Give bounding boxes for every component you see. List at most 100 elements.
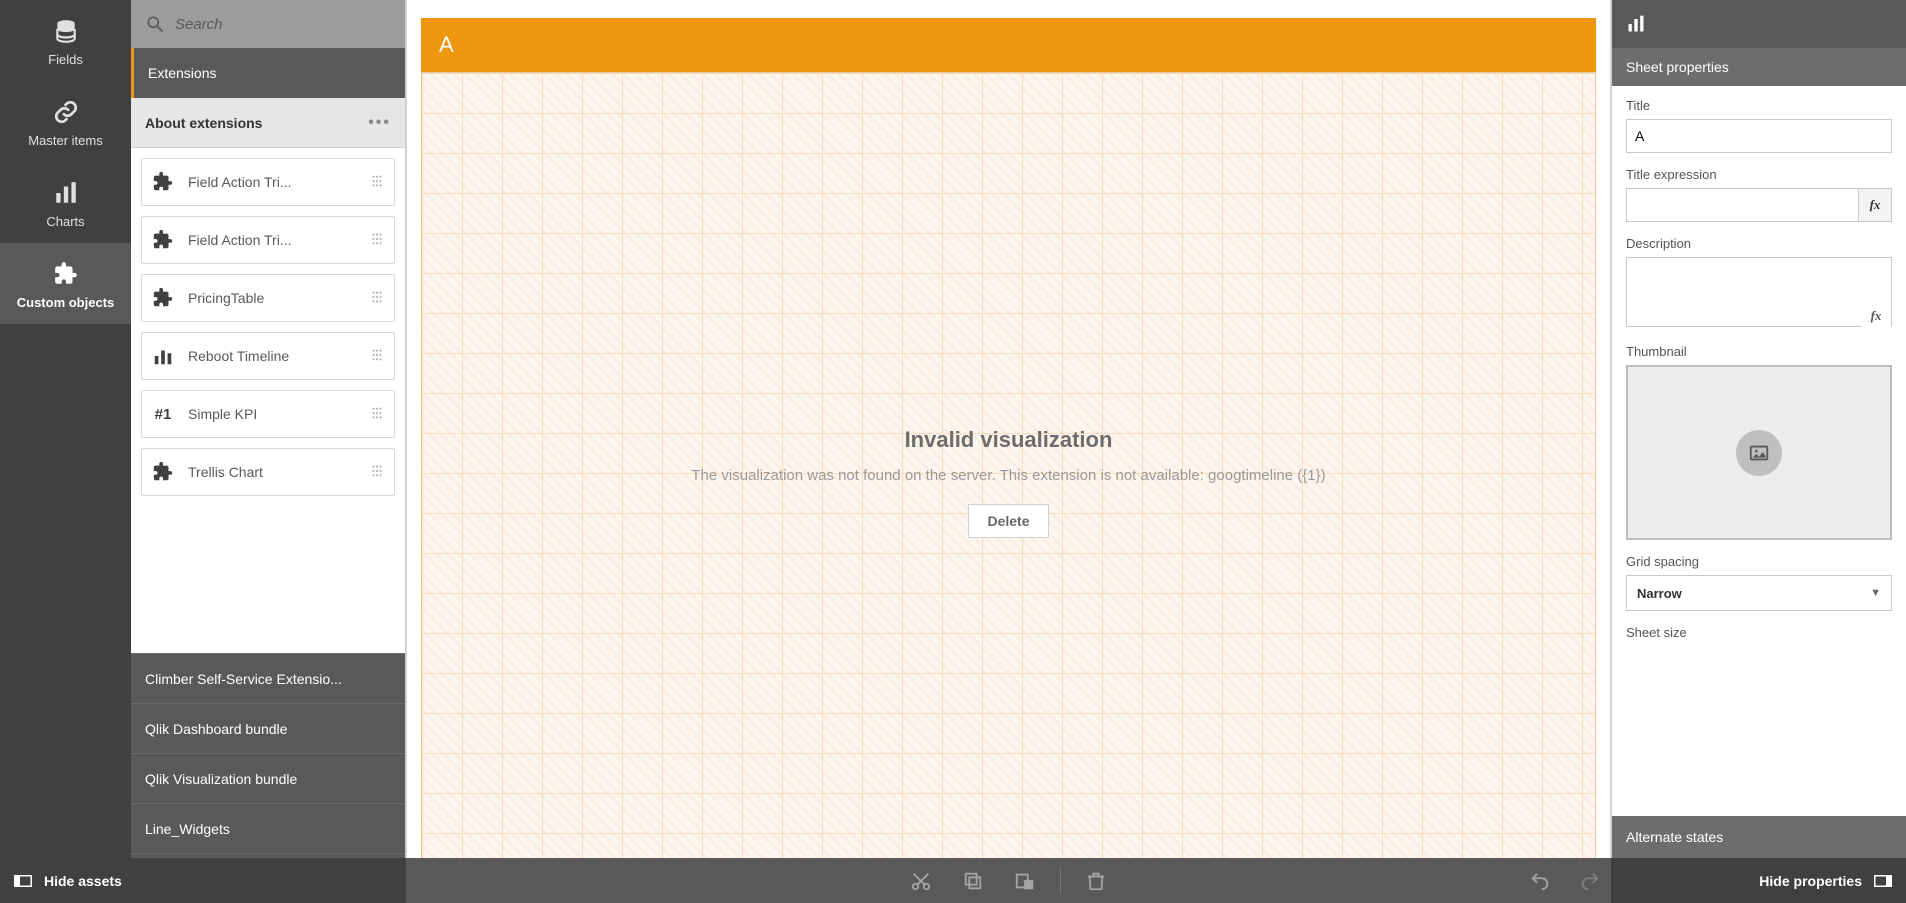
canvas-area: A Invalid visualization The visualizatio… bbox=[406, 0, 1611, 903]
bottom-toolbar bbox=[406, 858, 1611, 903]
alternate-states-label: Alternate states bbox=[1626, 829, 1723, 845]
title-expr-input[interactable] bbox=[1626, 188, 1858, 222]
hide-assets-button[interactable]: Hide assets bbox=[0, 858, 406, 903]
description-label: Description bbox=[1626, 236, 1892, 251]
extension-item[interactable]: PricingTable bbox=[141, 274, 395, 322]
sheet-title-bar: A bbox=[421, 18, 1596, 72]
undo-icon[interactable] bbox=[1529, 870, 1551, 892]
extension-item[interactable]: Reboot Timeline bbox=[141, 332, 395, 380]
hide-properties-button[interactable]: Hide properties bbox=[1611, 858, 1906, 903]
puzzle-icon bbox=[152, 171, 174, 193]
extension-item[interactable]: Trellis Chart bbox=[141, 448, 395, 496]
toolbar-group-left bbox=[886, 870, 1060, 892]
copy-icon[interactable] bbox=[962, 870, 984, 892]
app-root: Fields Master items Charts Custom object… bbox=[0, 0, 1906, 903]
fx-button[interactable]: fx bbox=[1861, 303, 1891, 329]
canvas-inner: A Invalid visualization The visualizatio… bbox=[421, 18, 1596, 893]
grid-spacing-select[interactable]: Narrow ▼ bbox=[1626, 575, 1892, 611]
drag-handle-icon[interactable] bbox=[370, 406, 384, 423]
title-expr-group: Title expression fx bbox=[1626, 167, 1892, 222]
search-bar bbox=[131, 0, 405, 48]
extension-item[interactable]: Field Action Tri... bbox=[141, 158, 395, 206]
thumbnail-group: Thumbnail bbox=[1626, 344, 1892, 540]
thumbnail-label: Thumbnail bbox=[1626, 344, 1892, 359]
description-group: Description fx bbox=[1626, 236, 1892, 330]
invalid-visualization: Invalid visualization The visualization … bbox=[691, 427, 1325, 538]
search-input[interactable] bbox=[175, 16, 391, 33]
title-expr-wrap: fx bbox=[1626, 188, 1892, 222]
barchart-icon bbox=[1626, 14, 1646, 34]
sheet-properties-label: Sheet properties bbox=[1626, 59, 1729, 75]
barchart-icon bbox=[53, 180, 79, 206]
panel-left-icon bbox=[14, 874, 32, 888]
sheet-grid[interactable]: Invalid visualization The visualization … bbox=[421, 72, 1596, 893]
nav-charts-label: Charts bbox=[46, 214, 84, 229]
extensions-row[interactable]: Extensions bbox=[131, 48, 405, 98]
title-label: Title bbox=[1626, 98, 1892, 113]
drag-handle-icon[interactable] bbox=[370, 464, 384, 481]
thumbnail-picker[interactable] bbox=[1626, 365, 1892, 540]
error-title: Invalid visualization bbox=[691, 427, 1325, 453]
properties-panel: Sheet properties Title Title expression … bbox=[1611, 0, 1906, 903]
puzzle-icon bbox=[152, 229, 174, 251]
grid-spacing-label: Grid spacing bbox=[1626, 554, 1892, 569]
sheet-size-group: Sheet size bbox=[1626, 625, 1892, 640]
sheet-size-label: Sheet size bbox=[1626, 625, 1892, 640]
properties-header bbox=[1612, 0, 1906, 48]
extension-name: Field Action Tri... bbox=[188, 174, 356, 190]
nav-fields[interactable]: Fields bbox=[0, 0, 131, 81]
extension-name: Field Action Tri... bbox=[188, 232, 356, 248]
nav-custom-objects[interactable]: Custom objects bbox=[0, 243, 131, 324]
delete-button[interactable]: Delete bbox=[968, 504, 1048, 538]
hide-assets-label: Hide assets bbox=[44, 873, 122, 889]
extension-item[interactable]: #1 Simple KPI bbox=[141, 390, 395, 438]
properties-body: Title Title expression fx Description fx… bbox=[1612, 86, 1906, 816]
drag-handle-icon[interactable] bbox=[370, 232, 384, 249]
title-input[interactable] bbox=[1626, 119, 1892, 153]
grid-spacing-group: Grid spacing Narrow ▼ bbox=[1626, 554, 1892, 611]
redo-icon[interactable] bbox=[1579, 870, 1601, 892]
more-icon[interactable]: ••• bbox=[368, 114, 391, 132]
assets-panel: Extensions About extensions ••• Field Ac… bbox=[131, 0, 406, 903]
drag-handle-icon[interactable] bbox=[370, 174, 384, 191]
bundle-item[interactable]: Qlik Visualization bundle bbox=[131, 753, 405, 803]
bundle-item[interactable]: Qlik Dashboard bundle bbox=[131, 703, 405, 753]
search-icon bbox=[145, 14, 165, 34]
extension-list: Field Action Tri... Field Action Tri... … bbox=[131, 148, 405, 510]
title-field-group: Title bbox=[1626, 98, 1892, 153]
drag-handle-icon[interactable] bbox=[370, 348, 384, 365]
nav-charts[interactable]: Charts bbox=[0, 162, 131, 243]
fx-button[interactable]: fx bbox=[1858, 188, 1892, 222]
extension-item[interactable]: Field Action Tri... bbox=[141, 216, 395, 264]
sheet-title: A bbox=[439, 32, 454, 58]
chevron-down-icon: ▼ bbox=[1870, 587, 1881, 599]
bundle-item[interactable]: Line_Widgets bbox=[131, 803, 405, 853]
sheet-properties-header[interactable]: Sheet properties bbox=[1612, 48, 1906, 86]
nav-fields-label: Fields bbox=[48, 52, 83, 67]
extension-name: PricingTable bbox=[188, 290, 356, 306]
bundle-item[interactable]: Climber Self-Service Extensio... bbox=[131, 653, 405, 703]
database-icon bbox=[53, 18, 79, 44]
alternate-states-row[interactable]: Alternate states bbox=[1612, 816, 1906, 858]
description-wrap: fx bbox=[1626, 257, 1892, 330]
paste-icon[interactable] bbox=[1014, 870, 1036, 892]
grid-spacing-value: Narrow bbox=[1637, 586, 1682, 601]
description-input[interactable] bbox=[1626, 257, 1892, 327]
about-extensions-row[interactable]: About extensions ••• bbox=[131, 98, 405, 148]
puzzle-icon bbox=[152, 287, 174, 309]
extension-name: Simple KPI bbox=[188, 406, 356, 422]
extension-name: Trellis Chart bbox=[188, 464, 356, 480]
panel-right-icon bbox=[1874, 874, 1892, 888]
drag-handle-icon[interactable] bbox=[370, 290, 384, 307]
nav-custom-label: Custom objects bbox=[17, 295, 115, 310]
trash-icon[interactable] bbox=[1085, 870, 1107, 892]
toolbar-group-undo bbox=[1529, 870, 1601, 892]
toolbar-group-delete bbox=[1061, 870, 1131, 892]
barchart-icon bbox=[152, 345, 174, 367]
nav-master-items[interactable]: Master items bbox=[0, 81, 131, 162]
error-message: The visualization was not found on the s… bbox=[691, 467, 1325, 484]
extension-name: Reboot Timeline bbox=[188, 348, 356, 364]
puzzle-icon bbox=[53, 261, 79, 287]
cut-icon[interactable] bbox=[910, 870, 932, 892]
puzzle-icon bbox=[152, 461, 174, 483]
